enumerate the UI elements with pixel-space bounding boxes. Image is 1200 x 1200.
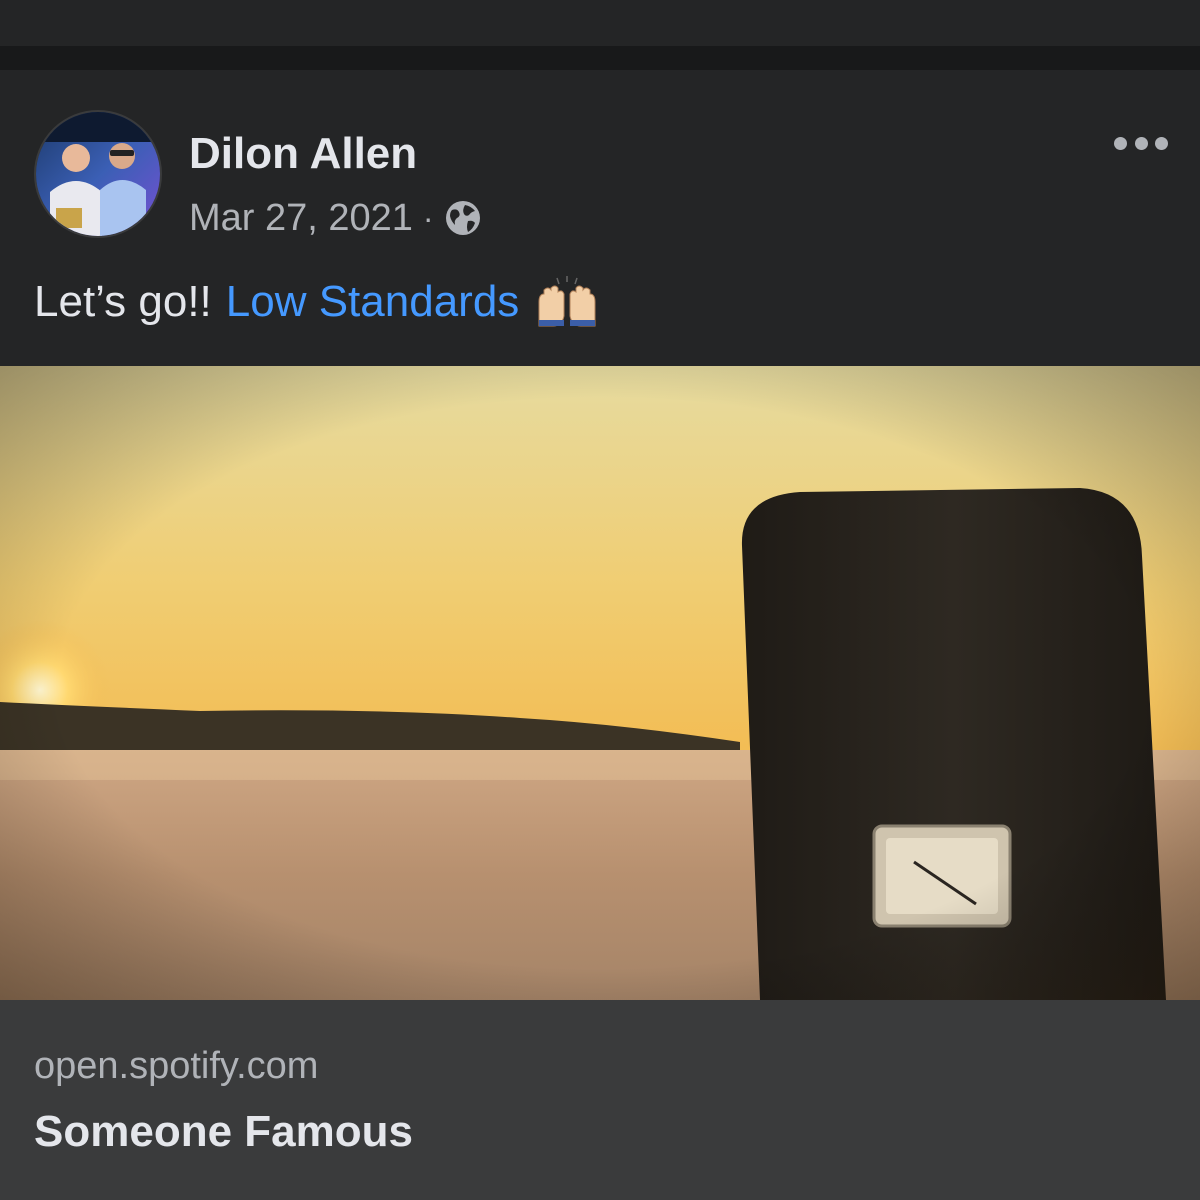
top-bar: [0, 0, 1200, 46]
avatar-photo: [36, 112, 160, 236]
post-text: Let’s go!! Low Standards: [34, 274, 599, 330]
link-preview-image[interactable]: [0, 366, 1200, 1000]
author-name[interactable]: Dilon Allen: [189, 128, 417, 180]
more-dot: [1155, 136, 1168, 150]
more-dot: [1114, 136, 1127, 150]
feed-divider: [0, 46, 1200, 70]
link-title: Someone Famous: [34, 1107, 413, 1156]
link-domain: open.spotify.com: [34, 1045, 319, 1087]
raising-hands-emoji: [538, 276, 596, 327]
sunset-photo: [0, 366, 1200, 1000]
link-preview-footer[interactable]: open.spotify.com Someone Famous: [0, 1000, 1200, 1200]
post-text-prefix: Let’s go!!: [34, 277, 212, 326]
mention-link[interactable]: Low Standards: [226, 274, 520, 330]
meta-separator: ·: [422, 199, 434, 236]
author-avatar[interactable]: [34, 110, 162, 238]
more-options-icon[interactable]: [1114, 132, 1168, 154]
more-dot: [1134, 136, 1148, 150]
globe-icon[interactable]: [444, 199, 482, 237]
feed-post: Dilon Allen Mar 27, 2021 · Let’s go!! Lo…: [0, 70, 1200, 1200]
post-date[interactable]: Mar 27, 2021: [189, 197, 413, 240]
post-meta: Mar 27, 2021 ·: [189, 196, 482, 240]
